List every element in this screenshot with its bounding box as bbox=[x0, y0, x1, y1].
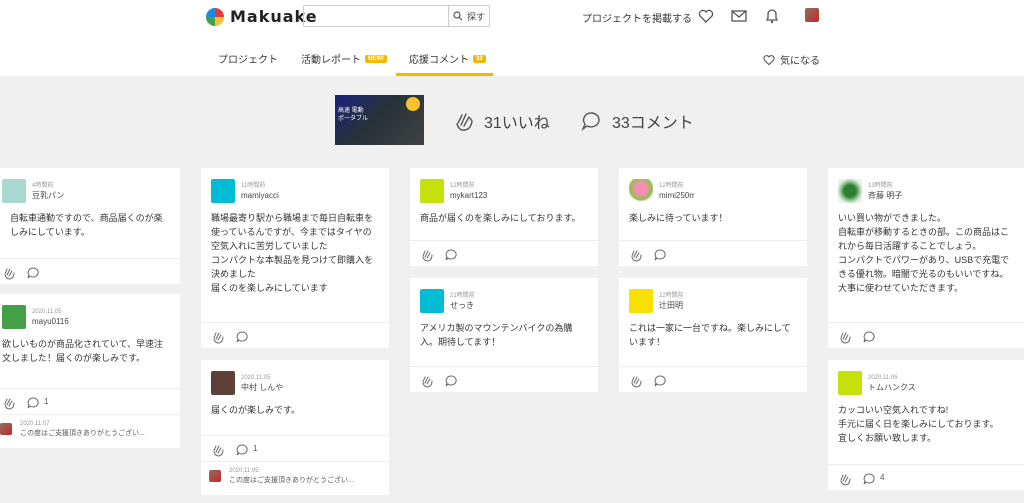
clap-icon[interactable] bbox=[2, 266, 16, 280]
comment-bubble-icon[interactable] bbox=[26, 396, 40, 410]
project-tabs: プロジェクト 活動レポート NEW! 応援コメント 33 気になる bbox=[0, 44, 1024, 76]
search-button[interactable]: 探す bbox=[448, 6, 489, 26]
tab-support-comments[interactable]: 応援コメント 33 bbox=[409, 51, 486, 66]
project-thumbnail[interactable]: 高速 電動 ポータブル bbox=[335, 95, 424, 145]
avatar[interactable] bbox=[2, 305, 26, 329]
clap-icon[interactable] bbox=[838, 472, 852, 486]
comment-bubble-icon[interactable] bbox=[235, 330, 249, 344]
clap-icon[interactable] bbox=[629, 374, 643, 388]
comment-bubble-icon[interactable] bbox=[26, 266, 40, 280]
comment-bubble-icon[interactable] bbox=[653, 248, 667, 262]
avatar[interactable] bbox=[2, 179, 26, 203]
like-count[interactable]: 31いいね bbox=[452, 109, 550, 133]
top-header: Makuake 探す プロジェクトを掲載する プロジェクト 活動レポート NEW!… bbox=[0, 0, 1024, 76]
comment-bubble-icon[interactable] bbox=[444, 248, 458, 262]
summary-strip: 高速 電動 ポータブル 31いいね 33コメント bbox=[0, 76, 1024, 164]
heart-icon[interactable] bbox=[697, 7, 715, 25]
comment-card: 13時間前 斉藤 明子 いい買い物ができました。 自転車が移動するときの部。この商… bbox=[828, 168, 1024, 348]
comment-card: 4時間前 豆乳パン 自転車通勤ですので、商品届くのが楽しみにしています。 bbox=[0, 168, 180, 284]
avatar[interactable] bbox=[420, 289, 444, 313]
comment-bubble-icon[interactable] bbox=[444, 374, 458, 388]
avatar[interactable] bbox=[211, 371, 235, 395]
avatar[interactable] bbox=[420, 179, 444, 203]
search-icon bbox=[453, 11, 463, 21]
speech-bubble-icon bbox=[581, 112, 600, 132]
user-avatar[interactable] bbox=[805, 8, 819, 22]
owner-reply[interactable]: 2020.11.07 この度はご支援頂きありがとうござい... bbox=[0, 414, 180, 448]
comment-card: 22時間前 辻田明 これは一家に一台ですね。楽しみにしています！ bbox=[619, 278, 807, 392]
clap-icon[interactable] bbox=[629, 248, 643, 262]
tab-activity-report[interactable]: 活動レポート NEW! bbox=[301, 51, 387, 66]
clap-icon bbox=[456, 113, 473, 131]
comment-card: 21時間前 せっき アメリカ製のマウンテンバイクの為購入。期待してます！ bbox=[410, 278, 598, 392]
comment-count: 4 bbox=[880, 473, 885, 482]
owner-avatar bbox=[0, 423, 12, 435]
avatar[interactable] bbox=[211, 179, 235, 203]
heart-outline-icon bbox=[763, 54, 775, 65]
mail-icon[interactable] bbox=[730, 7, 748, 25]
avatar[interactable] bbox=[629, 289, 653, 313]
post-project-link[interactable]: プロジェクトを掲載する bbox=[582, 10, 692, 25]
owner-reply[interactable]: 2020.11.05 この度はご支援頂きありがとうござい... bbox=[201, 461, 389, 495]
favorite-button[interactable]: 気になる bbox=[762, 52, 820, 67]
tab-project[interactable]: プロジェクト bbox=[218, 51, 278, 66]
comment-count: 1 bbox=[44, 397, 49, 406]
clap-icon[interactable] bbox=[211, 443, 225, 457]
comment-card: 12時間前 mykart123 商品が届くのを楽しみにしております。 bbox=[410, 168, 598, 266]
clap-icon[interactable] bbox=[420, 374, 434, 388]
comment-count-badge: 33 bbox=[473, 54, 486, 63]
comment-bubble-icon[interactable] bbox=[862, 330, 876, 344]
clap-icon[interactable] bbox=[2, 396, 16, 410]
comment-count: 1 bbox=[253, 444, 258, 453]
comment-bubble-icon[interactable] bbox=[653, 374, 667, 388]
avatar[interactable] bbox=[838, 179, 862, 203]
comment-card: 2020.11.05 トムハンクス カッコいい空気入れですね! 手元に届く日を楽し… bbox=[828, 360, 1024, 490]
comment-card: 11時間前 mamiyacci 職場最寄り駅から職場まで毎日自転車を使っているんで… bbox=[201, 168, 389, 348]
avatar[interactable] bbox=[838, 371, 862, 395]
comment-bubble-icon[interactable] bbox=[862, 472, 876, 486]
search-box: 探す bbox=[303, 5, 490, 27]
clap-icon[interactable] bbox=[838, 330, 852, 344]
search-button-label: 探す bbox=[466, 11, 485, 22]
clap-icon[interactable] bbox=[420, 248, 434, 262]
owner-avatar bbox=[209, 470, 221, 482]
comment-card: 2020.11.05 中村 しんや 届くのが楽しみです。 1 2020.11.05… bbox=[201, 360, 389, 495]
makuake-logo[interactable]: Makuake bbox=[206, 7, 318, 26]
bell-icon[interactable] bbox=[763, 7, 781, 25]
comment-count[interactable]: 33コメント bbox=[580, 109, 694, 133]
search-input[interactable] bbox=[304, 6, 448, 26]
avatar[interactable] bbox=[629, 179, 653, 203]
thumbnail-badge bbox=[406, 97, 420, 111]
logo-mark-icon bbox=[206, 7, 224, 26]
comment-card: 2020.11.05 mayu0116 欲しいものが商品化されていて、早速注文しま… bbox=[0, 294, 180, 448]
new-badge: NEW! bbox=[365, 54, 387, 63]
clap-icon[interactable] bbox=[211, 330, 225, 344]
comment-card: 12時間前 mimi250rr 楽しみに待っています！ bbox=[619, 168, 807, 266]
comment-bubble-icon[interactable] bbox=[235, 443, 249, 457]
